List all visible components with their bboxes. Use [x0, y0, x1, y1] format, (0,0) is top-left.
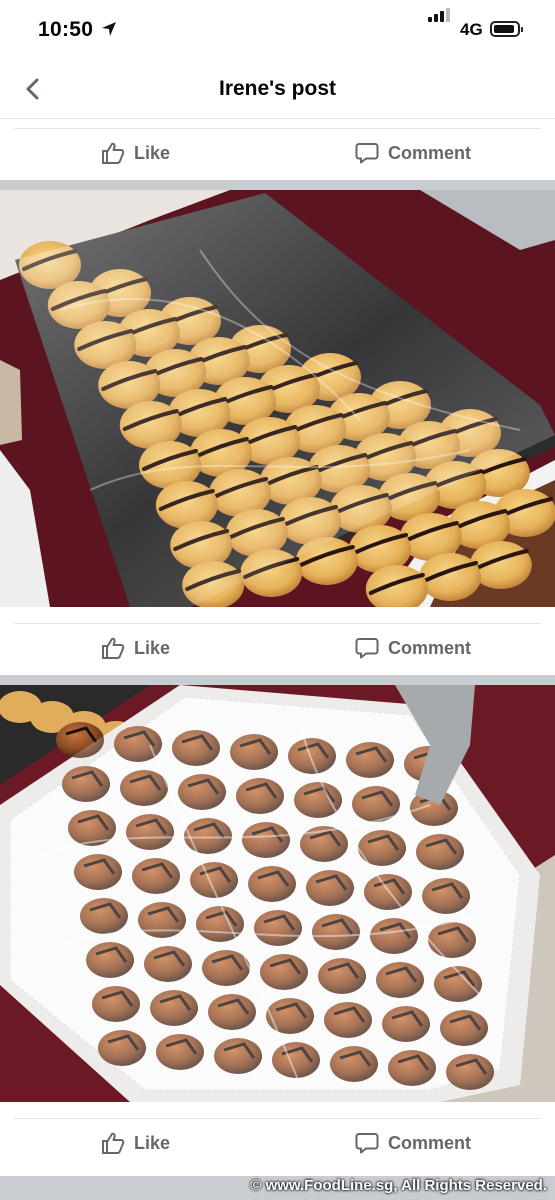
comment-bubble-icon — [355, 143, 379, 164]
comment-button[interactable]: Comment — [354, 138, 471, 168]
network-type: 4G — [460, 20, 483, 39]
comment-button[interactable]: Comment — [354, 1128, 471, 1158]
location-arrow-icon — [102, 22, 116, 36]
pastry-tray-image — [0, 685, 555, 1102]
thumbs-up-icon — [102, 142, 125, 164]
action-bar: Like Comment — [0, 1110, 555, 1168]
divider — [14, 128, 541, 129]
like-button[interactable]: Like — [100, 633, 170, 663]
like-label: Like — [134, 1132, 171, 1153]
page-title: Irene's post — [218, 77, 337, 100]
nav-bar: Irene's post — [0, 60, 555, 119]
cream-puff-tray-image — [0, 190, 555, 607]
status-bar: 10:50 4G — [0, 0, 555, 60]
status-time: 10:50 — [38, 18, 94, 41]
like-label: Like — [134, 142, 171, 163]
comment-label: Comment — [388, 142, 472, 163]
post-separator — [0, 675, 555, 685]
divider — [14, 1118, 541, 1119]
action-bar: Like Comment — [0, 615, 555, 673]
thumbs-up-icon — [102, 1132, 125, 1154]
comment-bubble-icon — [355, 638, 379, 659]
comment-label: Comment — [388, 1132, 472, 1153]
post-separator — [0, 180, 555, 190]
watermark: © www.FoodLine.sg, All Rights Reserved. — [250, 1177, 547, 1194]
battery-icon — [490, 21, 523, 37]
thumbs-up-icon — [102, 637, 125, 659]
comment-label: Comment — [388, 637, 472, 658]
like-button[interactable]: Like — [100, 1128, 170, 1158]
comment-bubble-icon — [355, 1133, 379, 1154]
like-label: Like — [134, 637, 171, 658]
divider — [14, 623, 541, 624]
action-bar: Like Comment — [0, 120, 555, 178]
comment-button[interactable]: Comment — [354, 633, 471, 663]
post-photo[interactable] — [0, 190, 555, 607]
like-button[interactable]: Like — [100, 138, 170, 168]
post-photo[interactable] — [0, 685, 555, 1102]
